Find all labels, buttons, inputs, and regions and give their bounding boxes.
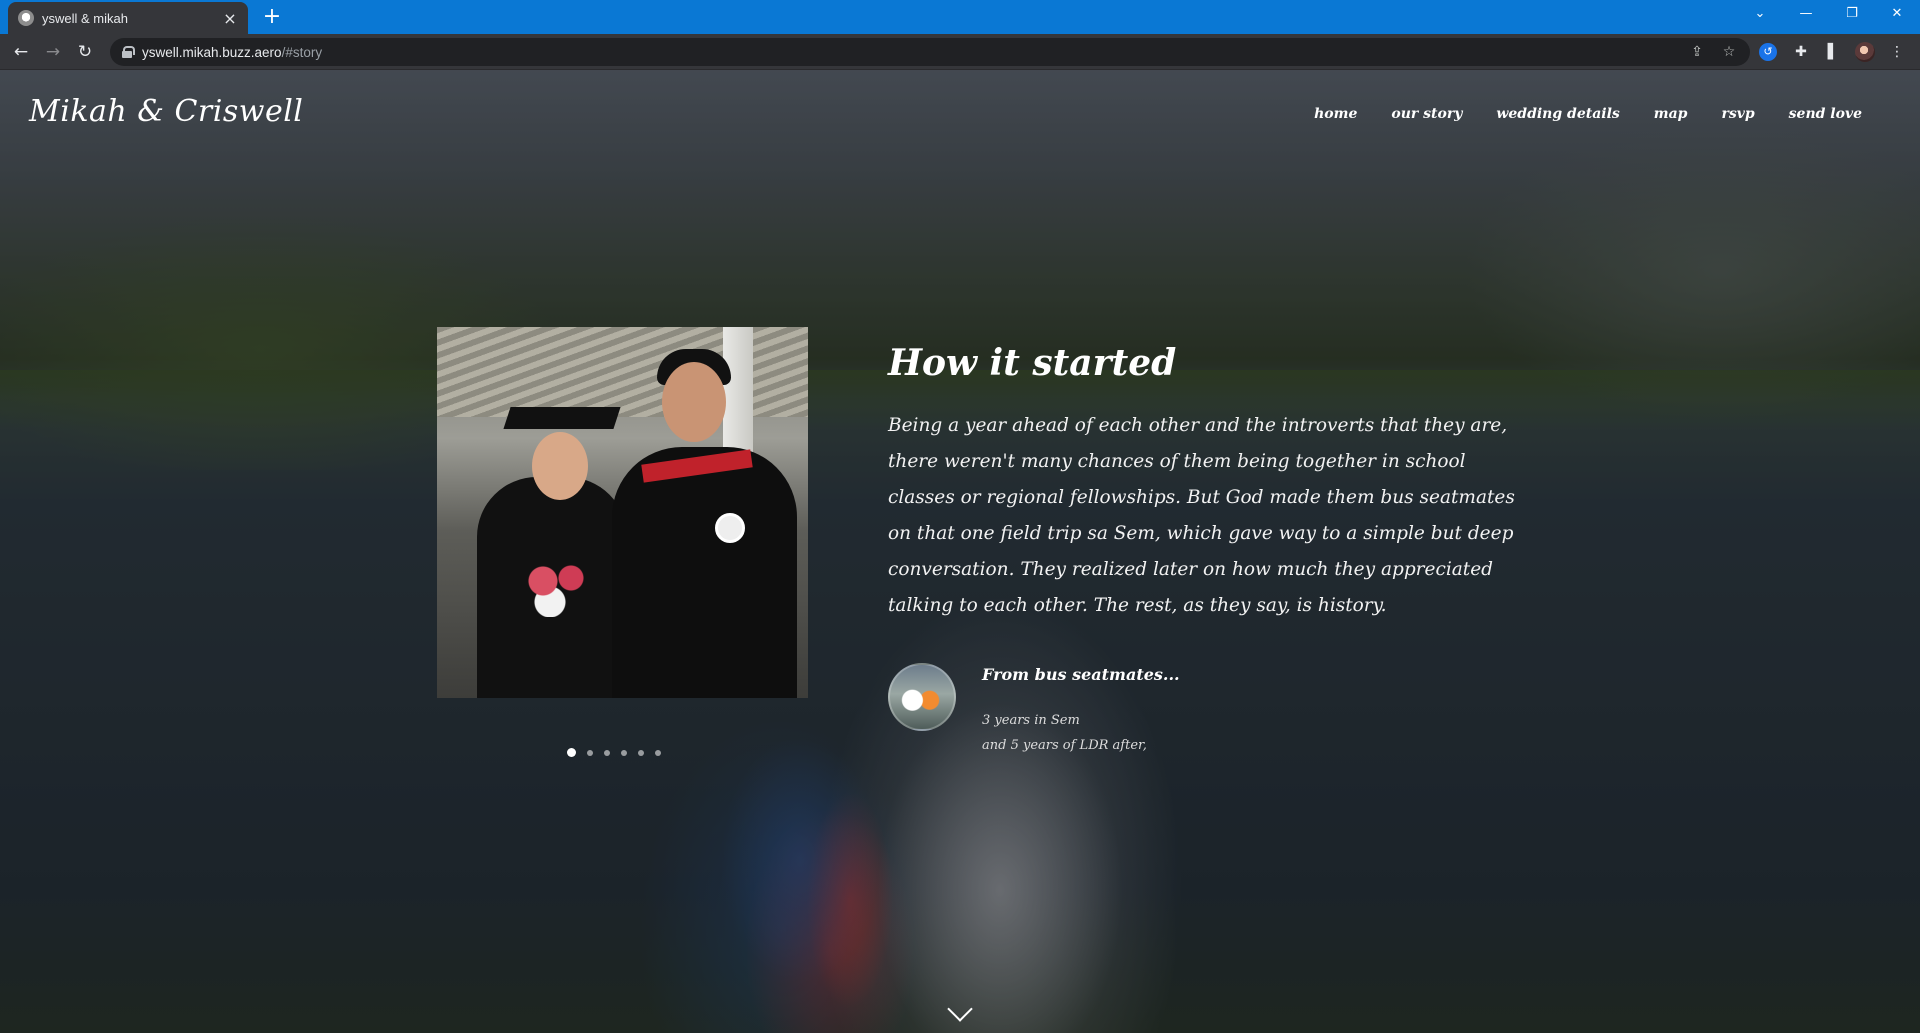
restore-button[interactable]: ❐ bbox=[1829, 0, 1875, 30]
timeline-text: 3 years in Sem and 5 years of LDR after, bbox=[982, 708, 1147, 758]
lock-icon[interactable] bbox=[122, 46, 135, 58]
slider-dot-3[interactable] bbox=[604, 749, 610, 756]
photo-rosette bbox=[715, 513, 745, 543]
nav-our-story[interactable]: our story bbox=[1391, 106, 1462, 122]
photo-gown-right bbox=[612, 447, 797, 698]
timeline-line-1: 3 years in Sem bbox=[982, 713, 1080, 728]
new-tab-button[interactable]: + bbox=[259, 4, 285, 30]
forward-icon[interactable]: → bbox=[40, 39, 66, 65]
slider-dot-5[interactable] bbox=[638, 749, 644, 756]
slider-dot-2[interactable] bbox=[587, 749, 593, 756]
page-hero: Mikah & Criswell home our story wedding … bbox=[0, 70, 1920, 1033]
url-host: yswell.mikah.buzz.aero bbox=[142, 44, 282, 60]
browser-tab-bar: yswell & mikah × + ⌄ — ❐ ✕ bbox=[0, 0, 1920, 34]
side-panel-icon[interactable]: ▌ bbox=[1822, 41, 1844, 63]
slider-dot-4[interactable] bbox=[621, 749, 627, 756]
slider-dots bbox=[567, 748, 661, 757]
story-body: Being a year ahead of each other and the… bbox=[888, 415, 1515, 616]
slider-dot-6[interactable] bbox=[655, 749, 661, 756]
tab-title: yswell & mikah bbox=[42, 10, 128, 26]
browser-menu-icon[interactable]: ⋮ bbox=[1886, 41, 1908, 63]
share-icon[interactable]: ⇪ bbox=[1686, 41, 1708, 63]
timeline-title: From bus seatmates... bbox=[982, 665, 1180, 684]
timeline-avatar bbox=[888, 663, 956, 731]
nav-map[interactable]: map bbox=[1654, 106, 1688, 122]
back-icon[interactable]: ← bbox=[8, 39, 34, 65]
story-heading: How it started bbox=[888, 342, 1177, 384]
extensions-puzzle-icon[interactable]: ✚ bbox=[1790, 41, 1812, 63]
extension-icon[interactable]: ↺ bbox=[1759, 43, 1777, 61]
slider-dot-1[interactable] bbox=[567, 748, 576, 757]
profile-avatar-icon[interactable] bbox=[1855, 42, 1875, 62]
photo-grad-cap bbox=[503, 407, 621, 429]
tab-search-icon[interactable]: ⌄ bbox=[1737, 0, 1783, 30]
browser-tab[interactable]: yswell & mikah × bbox=[8, 2, 248, 34]
bookmark-star-icon[interactable]: ☆ bbox=[1718, 41, 1740, 63]
close-window-button[interactable]: ✕ bbox=[1874, 0, 1920, 30]
timeline-line-2: and 5 years of LDR after, bbox=[982, 738, 1147, 753]
nav-rsvp[interactable]: rsvp bbox=[1721, 106, 1754, 122]
photo-face-left bbox=[532, 432, 588, 500]
graduation-photo[interactable] bbox=[437, 327, 808, 698]
minimize-button[interactable]: — bbox=[1783, 0, 1829, 30]
url-path: /#story bbox=[281, 44, 323, 60]
tab-close-icon[interactable]: × bbox=[222, 9, 238, 28]
nav-wedding-details[interactable]: wedding details bbox=[1496, 106, 1619, 122]
nav-home[interactable]: home bbox=[1314, 106, 1357, 122]
reload-icon[interactable]: ↻ bbox=[72, 39, 98, 65]
site-favicon-icon bbox=[18, 10, 34, 26]
photo-face-right bbox=[662, 362, 726, 442]
url-text[interactable]: yswell.mikah.buzz.aero/#story bbox=[142, 45, 322, 60]
site-nav: home our story wedding details map rsvp … bbox=[1314, 106, 1862, 122]
nav-send-love[interactable]: send love bbox=[1789, 106, 1862, 122]
address-bar[interactable]: yswell.mikah.buzz.aero/#story bbox=[110, 38, 1750, 66]
browser-toolbar: ← → ↻ yswell.mikah.buzz.aero/#story ⇪ ☆ … bbox=[0, 34, 1920, 70]
site-brand[interactable]: Mikah & Criswell bbox=[29, 94, 303, 129]
photo-bouquet bbox=[522, 557, 592, 617]
